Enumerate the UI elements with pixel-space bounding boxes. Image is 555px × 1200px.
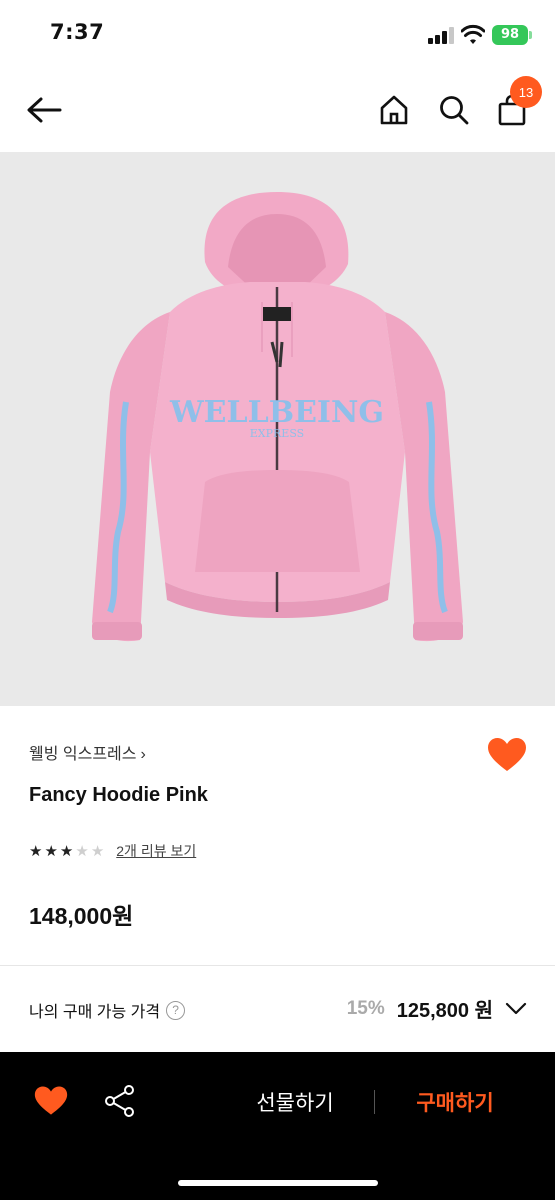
cart-count-badge: 13: [510, 76, 542, 108]
battery-cap: [529, 31, 532, 39]
star-filled-icon: ★: [59, 842, 74, 860]
member-price: 125,800 원: [396, 1000, 493, 1022]
chevron-right-icon: ›: [140, 746, 146, 763]
product-image[interactable]: WELLBEING EXPRESS: [0, 152, 555, 706]
star-empty-icon: ★: [90, 842, 105, 860]
divider: [0, 965, 555, 966]
share-button[interactable]: [103, 1084, 137, 1118]
star-empty-icon: ★: [75, 842, 89, 860]
svg-text:EXPRESS: EXPRESS: [250, 427, 304, 440]
chevron-down-icon: [505, 1002, 527, 1014]
home-button[interactable]: [372, 88, 416, 132]
rating: ★ ★ ★ ★ ★ 2개 리뷰 보기: [29, 841, 196, 861]
discount-rate: 15%: [346, 997, 385, 1019]
signal-icon: [428, 27, 456, 44]
product-price: 148,000원: [29, 903, 134, 929]
home-indicator: [178, 1180, 378, 1186]
wifi-icon: [460, 24, 486, 46]
battery-icon: 98: [492, 25, 528, 45]
status-time: 7:37: [50, 20, 105, 44]
top-nav: [0, 70, 555, 152]
heart-icon: [34, 1086, 68, 1115]
home-icon: [380, 95, 408, 125]
member-price-label-text: 나의 구매 가능 가격: [29, 1004, 161, 1021]
brand-link[interactable]: 웰빙 익스프레스 ›: [29, 740, 146, 764]
help-icon[interactable]: ?: [166, 1000, 186, 1020]
back-button[interactable]: [22, 88, 66, 132]
bottom-action-bar: 선물하기 구매하기: [0, 1052, 555, 1200]
button-separator: [374, 1090, 375, 1114]
product-title: Fancy Hoodie Pink: [29, 784, 208, 806]
gift-button[interactable]: 선물하기: [230, 1082, 360, 1122]
svg-text:WELLBEING: WELLBEING: [169, 395, 384, 430]
brand-name: 웰빙 익스프레스: [29, 746, 137, 763]
star-filled-icon: ★: [29, 842, 43, 860]
heart-icon: [488, 738, 526, 771]
member-price-toggle[interactable]: 15% 125,800 원: [347, 994, 527, 1023]
status-bar: 7:37 98: [0, 0, 555, 70]
search-icon: [440, 96, 469, 125]
bottom-like-button[interactable]: [34, 1085, 68, 1117]
arrow-left-icon: [27, 97, 62, 123]
search-button[interactable]: [432, 88, 476, 132]
share-icon: [105, 1085, 134, 1117]
review-link[interactable]: 2개 리뷰 보기: [116, 841, 196, 861]
star-filled-icon: ★: [44, 842, 58, 860]
buy-button[interactable]: 구매하기: [390, 1082, 520, 1122]
member-price-label: 나의 구매 가능 가격 ?: [29, 998, 186, 1022]
like-button[interactable]: [487, 737, 527, 773]
hoodie-illustration: WELLBEING EXPRESS: [92, 192, 463, 642]
